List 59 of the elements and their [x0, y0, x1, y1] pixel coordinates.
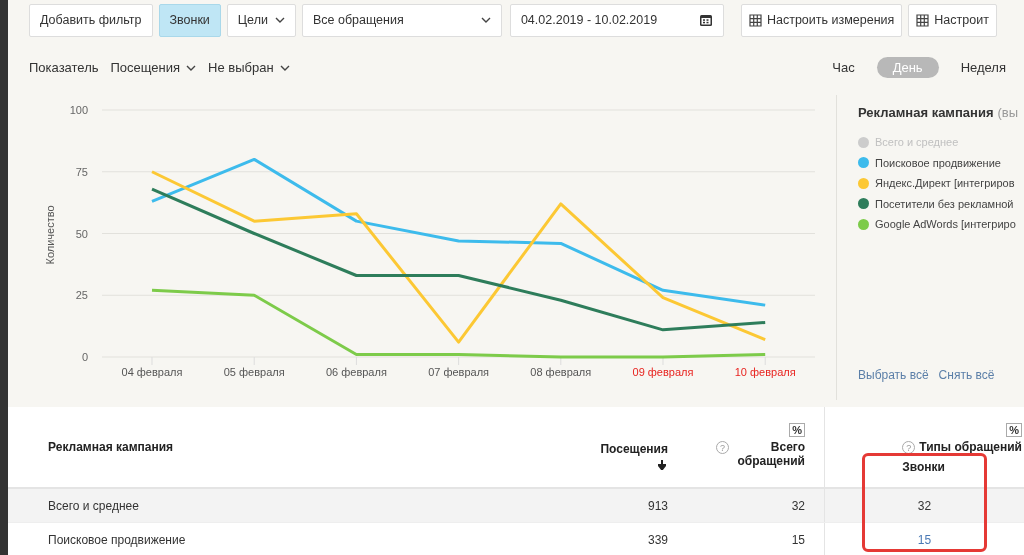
x-tick-label: 09 февраля — [632, 366, 694, 378]
x-tick-label: 04 февраля — [121, 366, 183, 378]
chevron-icon — [186, 64, 197, 71]
legend-item[interactable]: Google AdWords [интегриро — [858, 214, 1024, 235]
legend-link[interactable]: Выбрать всё — [858, 368, 929, 382]
metric-dropdown[interactable]: Не выбран — [208, 60, 290, 75]
table-cell-text: 913 — [646, 498, 669, 513]
table-cell: 32 — [824, 489, 1024, 522]
table-icon — [916, 13, 930, 27]
x-tick-label: 07 февраля — [428, 366, 490, 378]
table-cell-text: 15 — [790, 532, 806, 547]
y-tick-label: 75 — [75, 165, 88, 178]
column-header[interactable]: Посещения — [600, 442, 668, 456]
y-tick-label: 25 — [75, 289, 88, 302]
table-cell-text: Поисковое продвижение — [47, 532, 187, 547]
filter-button[interactable]: Добавить фильтр — [29, 3, 153, 37]
legend-title: Рекламная кампания — [858, 105, 994, 120]
table-icon — [748, 13, 762, 27]
table-cell-text: 339 — [646, 532, 669, 547]
percent-toggle[interactable]: % — [789, 423, 805, 437]
column-header[interactable]: Типы обращений — [919, 440, 1022, 454]
y-tick-label: 50 — [75, 227, 88, 240]
series-name: Поисковое продвижение — [875, 156, 1001, 169]
legend-item[interactable]: Поисковое продвижение — [858, 152, 1024, 173]
legend-link[interactable]: Снять всё — [938, 368, 995, 382]
metric-dropdown[interactable]: Посещения — [110, 60, 197, 75]
date-range-field[interactable]: 04.02.2019 - 10.02.2019 — [509, 3, 724, 37]
chevron-icon — [274, 17, 285, 23]
percent-toggle[interactable]: % — [1006, 423, 1022, 437]
column-header[interactable]: Рекламная кампания — [48, 440, 174, 454]
period-tab[interactable]: Неделя — [950, 57, 1016, 78]
legend-item[interactable]: Яндекс.Директ [интегриров — [858, 173, 1024, 194]
y-axis-title: Количество — [44, 205, 56, 265]
series-name: Google AdWords [интегриро — [875, 218, 1016, 231]
goals-dropdown[interactable]: Цели — [226, 3, 296, 37]
x-tick-label: 08 февраля — [530, 366, 592, 378]
configure-button[interactable]: Настроить измерения — [740, 3, 903, 37]
x-tick-label: 05 февраля — [223, 366, 285, 378]
y-tick-label: 0 — [81, 351, 88, 363]
filter-button[interactable]: Звонки — [158, 3, 221, 37]
configure-button[interactable]: Настроит — [908, 3, 997, 37]
table-cell: 15 — [824, 523, 1024, 555]
metric-label: Показатель — [29, 60, 99, 75]
series-name: Яндекс.Директ [интегриров — [875, 177, 1015, 190]
column-header[interactable]: Всего обращений — [733, 440, 805, 468]
table-cell-text: Всего и среднее — [47, 498, 140, 513]
chevron-icon — [279, 64, 290, 71]
table-cell-text: 32 — [790, 498, 806, 513]
series-name: Посетители без рекламной — [875, 197, 1014, 210]
x-tick-label: 06 февраля — [325, 366, 387, 378]
subcolumn-header: Звонки — [902, 460, 945, 474]
calendar-icon — [698, 13, 713, 27]
x-tick-label: 10 февраля — [734, 366, 796, 378]
legend-note: (вы — [997, 105, 1019, 120]
y-tick-label: 100 — [69, 104, 88, 116]
period-tab[interactable]: Час — [822, 57, 865, 78]
legend-item[interactable]: Посетители без рекламной — [858, 193, 1024, 214]
request-select[interactable]: Все обращения — [301, 3, 502, 37]
chevron-icon — [480, 17, 491, 23]
